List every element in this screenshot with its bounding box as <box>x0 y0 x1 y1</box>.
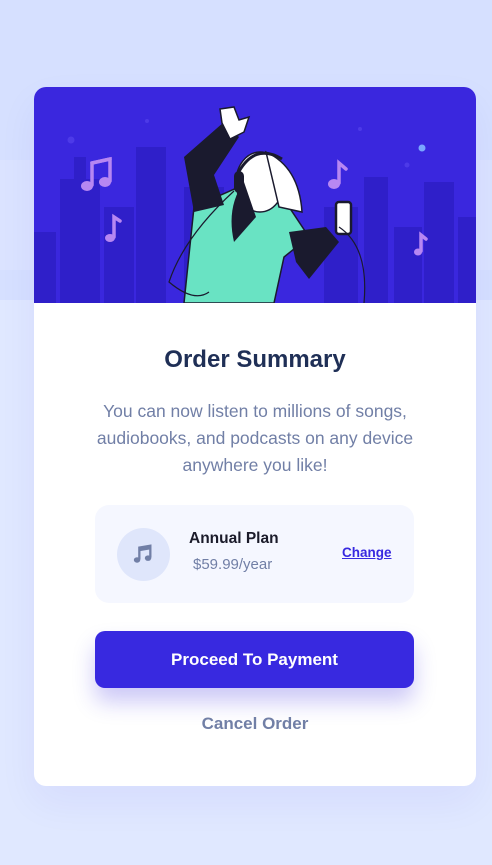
order-summary-card: Order Summary You can now listen to mill… <box>34 87 476 786</box>
music-note-icon <box>117 528 170 581</box>
plan-name: Annual Plan <box>189 530 279 547</box>
cancel-order-button[interactable]: Cancel Order <box>34 714 476 734</box>
hero-illustration <box>34 87 476 303</box>
plan-price: $59.99/year <box>193 556 273 573</box>
order-description: You can now listen to millions of songs,… <box>96 401 414 475</box>
change-plan-link[interactable]: Change <box>342 545 392 560</box>
plan-summary: Annual Plan $59.99/year Change <box>95 505 414 603</box>
page-title: Order Summary <box>164 346 346 373</box>
proceed-to-payment-button[interactable]: Proceed To Payment <box>95 631 414 688</box>
